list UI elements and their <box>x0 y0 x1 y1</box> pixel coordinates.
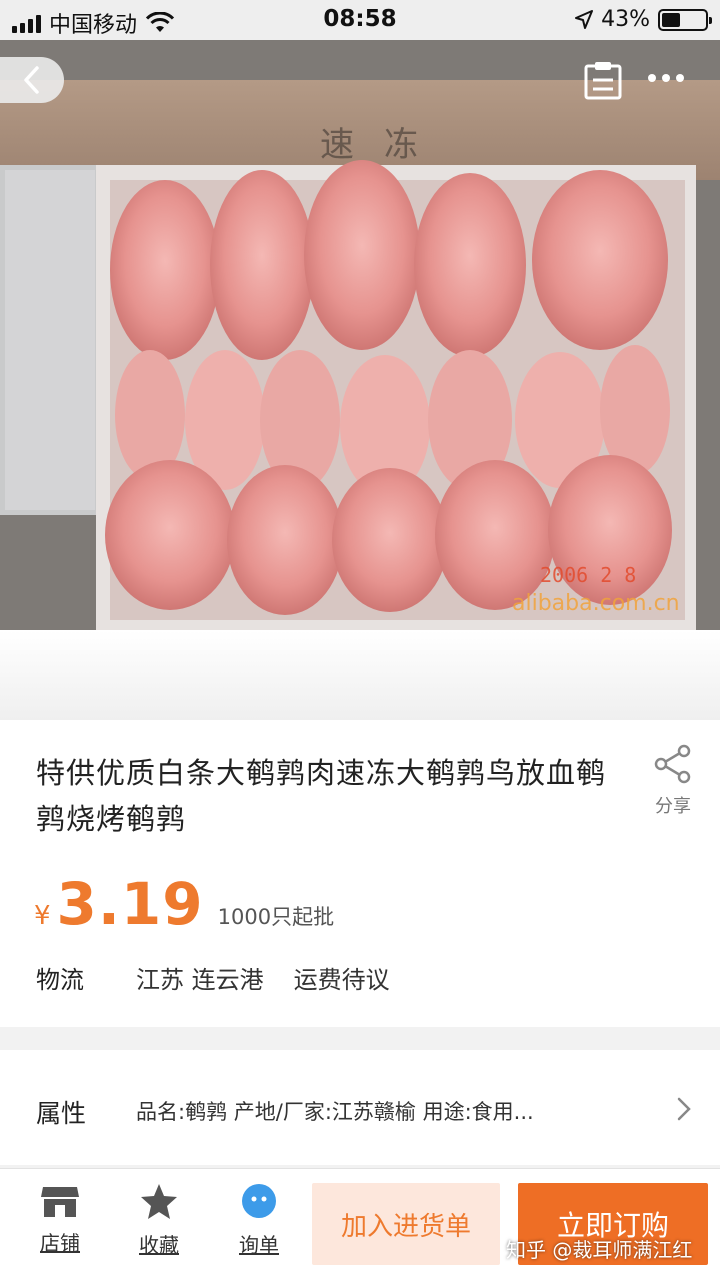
price-row: ¥ 3.19 1000只起批 <box>34 870 334 938</box>
quail-photo: 速冻 2006 2 8 alibaba.com.cn <box>0 40 720 630</box>
nav-overlay <box>0 40 720 120</box>
logistics-row: 物流 江苏 连云港 运费待议 <box>36 960 420 995</box>
share-icon <box>654 744 691 784</box>
star-icon <box>141 1184 177 1219</box>
min-order: 1000只起批 <box>217 905 335 929</box>
clipboard-icon[interactable] <box>584 60 622 100</box>
photo-date-stamp: 2006 2 8 <box>540 563 636 587</box>
price: 3.19 <box>56 870 204 938</box>
box-print: 速冻 <box>320 125 448 165</box>
image-footer-band <box>0 630 720 720</box>
chat-icon <box>242 1184 276 1218</box>
share-label: 分享 <box>655 796 691 817</box>
share-button[interactable]: 分享 <box>646 744 700 818</box>
tab-favorite[interactable]: 收藏 <box>124 1183 194 1258</box>
logistics-region: 江苏 连云港 <box>136 966 264 994</box>
bottom-action-bar: 店铺 收藏 询单 加入进货单 立即订购 <box>0 1168 720 1281</box>
source-watermark: 知乎 @裁耳师满江红 <box>506 1238 693 1262</box>
battery-percent: 43% <box>601 7 650 32</box>
chevron-left-icon <box>24 66 39 94</box>
back-button[interactable] <box>0 57 64 103</box>
photo-site-watermark: alibaba.com.cn <box>512 591 680 616</box>
currency-symbol: ¥ <box>34 901 51 931</box>
product-image[interactable]: 速冻 2006 2 8 alibaba.com.cn <box>0 40 720 630</box>
logistics-fee: 运费待议 <box>293 966 390 994</box>
status-bar: 中国移动 08:58 43% <box>0 0 720 40</box>
battery-icon <box>658 8 712 31</box>
product-info-card: 特供优质白条大鹌鹑肉速冻大鹌鹑鸟放血鹌鹑烧烤鹌鹑 分享 ¥ 3.19 1000只… <box>0 720 720 1027</box>
chevron-right-icon <box>677 1097 691 1121</box>
tab-inquiry[interactable]: 询单 <box>224 1183 294 1258</box>
tab-store-label: 店铺 <box>40 1231 80 1255</box>
product-title: 特供优质白条大鹌鹑肉速冻大鹌鹑鸟放血鹌鹑烧烤鹌鹑 <box>36 756 607 836</box>
store-icon <box>41 1187 79 1217</box>
location-arrow-icon <box>575 9 594 29</box>
add-to-cart-button[interactable]: 加入进货单 <box>312 1183 500 1265</box>
logistics-label: 物流 <box>36 966 84 994</box>
tab-inquiry-label: 询单 <box>239 1233 279 1257</box>
more-dots-icon[interactable] <box>648 68 688 88</box>
tab-favorite-label: 收藏 <box>139 1233 179 1257</box>
attributes-row[interactable]: 属性 品名:鹌鹑 产地/厂家:江苏赣榆 用途:食用... <box>0 1050 720 1165</box>
attributes-label: 属性 <box>36 1099 87 1128</box>
tab-store[interactable]: 店铺 <box>25 1183 95 1256</box>
attributes-summary: 品名:鹌鹑 产地/厂家:江苏赣榆 用途:食用... <box>136 1100 534 1124</box>
